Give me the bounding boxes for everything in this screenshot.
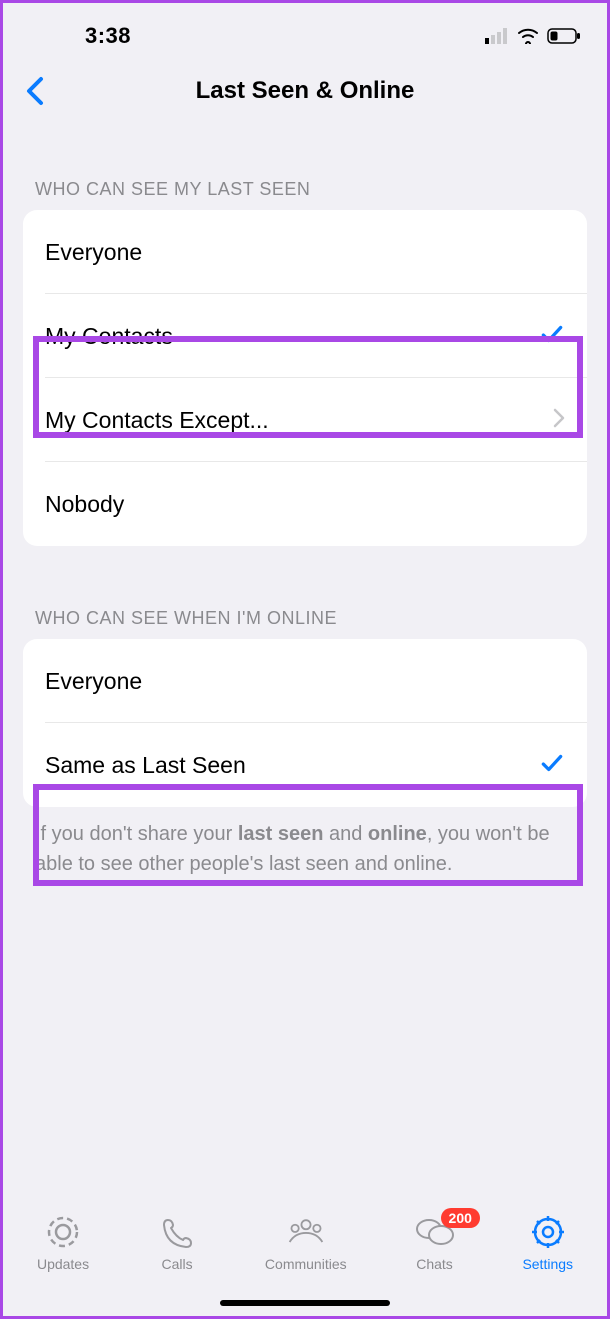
option-label: Everyone <box>45 668 142 695</box>
tab-label: Settings <box>522 1256 573 1272</box>
page-title: Last Seen & Online <box>196 77 415 105</box>
chevron-left-icon <box>25 75 45 107</box>
status-icons <box>485 28 581 44</box>
tab-label: Chats <box>416 1256 453 1272</box>
nav-header: Last Seen & Online <box>3 63 607 119</box>
battery-icon <box>547 28 581 44</box>
option-my-contacts-except[interactable]: My Contacts Except... <box>23 378 587 462</box>
privacy-footer-text: If you don't share your last seen and on… <box>35 819 575 879</box>
option-online-everyone[interactable]: Everyone <box>23 639 587 723</box>
tab-settings[interactable]: Settings <box>522 1214 573 1272</box>
tab-label: Communities <box>265 1256 347 1272</box>
tab-calls[interactable]: Calls <box>157 1214 197 1272</box>
tab-bar: Updates Calls Communities 200 Chats Se <box>3 1196 607 1316</box>
checkmark-icon <box>539 750 565 781</box>
wifi-icon <box>517 28 539 44</box>
checkmark-icon <box>539 321 565 352</box>
status-bar: 3:38 <box>3 3 607 63</box>
option-everyone[interactable]: Everyone <box>23 210 587 294</box>
option-label: Everyone <box>45 239 142 266</box>
chats-badge: 200 <box>441 1208 480 1228</box>
option-same-as-last-seen[interactable]: Same as Last Seen <box>23 723 587 807</box>
back-button[interactable] <box>15 71 55 111</box>
chevron-right-icon <box>553 408 565 433</box>
option-label: My Contacts <box>45 323 173 350</box>
home-indicator[interactable] <box>220 1300 390 1306</box>
tab-updates[interactable]: Updates <box>37 1214 89 1272</box>
section-header-lastseen: WHO CAN SEE MY LAST SEEN <box>35 179 587 200</box>
status-time: 3:38 <box>85 23 131 49</box>
option-label: Nobody <box>45 491 124 518</box>
option-my-contacts[interactable]: My Contacts <box>23 294 587 378</box>
updates-icon <box>43 1214 83 1250</box>
gear-icon <box>528 1214 568 1250</box>
section-header-online: WHO CAN SEE WHEN I'M ONLINE <box>35 608 587 629</box>
option-label: Same as Last Seen <box>45 752 246 779</box>
options-group-online: Everyone Same as Last Seen <box>23 639 587 807</box>
communities-icon <box>286 1214 326 1250</box>
tab-communities[interactable]: Communities <box>265 1214 347 1272</box>
option-label: My Contacts Except... <box>45 407 269 434</box>
cellular-icon <box>485 28 509 44</box>
options-group-lastseen: Everyone My Contacts My Contacts Except.… <box>23 210 587 546</box>
phone-icon <box>157 1214 197 1250</box>
option-nobody[interactable]: Nobody <box>23 462 587 546</box>
tab-chats[interactable]: 200 Chats <box>415 1214 455 1272</box>
tab-label: Calls <box>161 1256 192 1272</box>
tab-label: Updates <box>37 1256 89 1272</box>
